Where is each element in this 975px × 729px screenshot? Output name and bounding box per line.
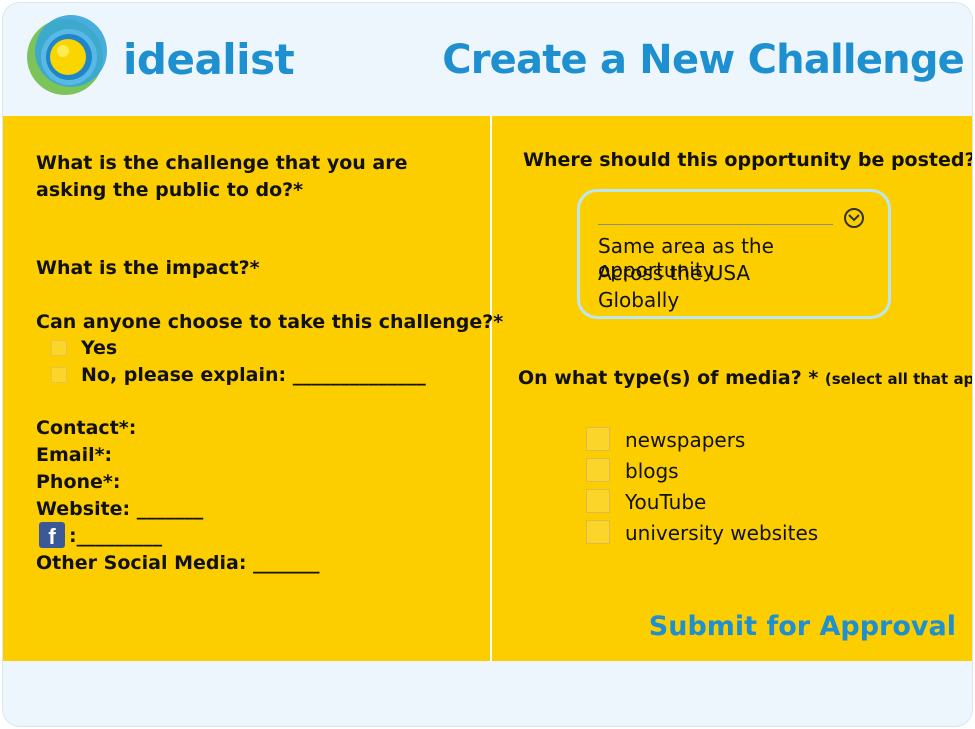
post-option-usa[interactable]: Across the USA (598, 261, 750, 285)
yes-checkbox[interactable] (51, 340, 67, 356)
question-posted: Where should this opportunity be posted?… (523, 149, 973, 171)
facebook-label: :_________ (69, 525, 163, 547)
phone-label: Phone*: (36, 471, 121, 493)
app-frame: idealist Create a New Challenge What is … (2, 2, 973, 727)
yes-label: Yes (81, 337, 118, 359)
no-checkbox[interactable] (51, 367, 67, 383)
media-university-label: university websites (625, 521, 819, 545)
facebook-icon: f (39, 522, 65, 549)
question-anyone: Can anyone choose to take this challenge… (36, 311, 504, 333)
media-blogs-label: blogs (625, 459, 679, 483)
question-media: On what type(s) of media? * (select all … (518, 367, 972, 389)
blogs-checkbox[interactable] (586, 458, 610, 482)
idealist-logo-icon (27, 15, 107, 95)
no-explain-label: No, please explain: ______________ (81, 364, 426, 386)
university-websites-checkbox[interactable] (586, 520, 610, 544)
chevron-down-icon[interactable] (844, 208, 864, 228)
question-media-text: On what type(s) of media? * (518, 367, 819, 389)
media-hint: (select all that apply) (824, 370, 972, 388)
post-option-global[interactable]: Globally (598, 288, 679, 312)
question-impact: What is the impact?* (36, 257, 260, 279)
submit-for-approval-button[interactable]: Submit for Approval (649, 611, 956, 642)
brand-name: idealist (123, 35, 295, 84)
media-newspapers-label: newspapers (625, 428, 746, 452)
newspapers-checkbox[interactable] (586, 427, 610, 451)
media-youtube-label: YouTube (625, 490, 707, 514)
page-title: Create a New Challenge (442, 37, 965, 83)
header: idealist Create a New Challenge (3, 3, 972, 116)
website-label: Website: _______ (36, 498, 204, 520)
post-location-dropdown[interactable]: Same area as the opportunity Across the … (577, 189, 891, 319)
email-label: Email*: (36, 444, 113, 466)
dropdown-field-line (598, 224, 833, 225)
other-social-label: Other Social Media: _______ (36, 552, 320, 574)
question-challenge: What is the challenge that you are askin… (36, 152, 408, 201)
contact-label: Contact*: (36, 417, 137, 439)
youtube-checkbox[interactable] (586, 489, 610, 513)
